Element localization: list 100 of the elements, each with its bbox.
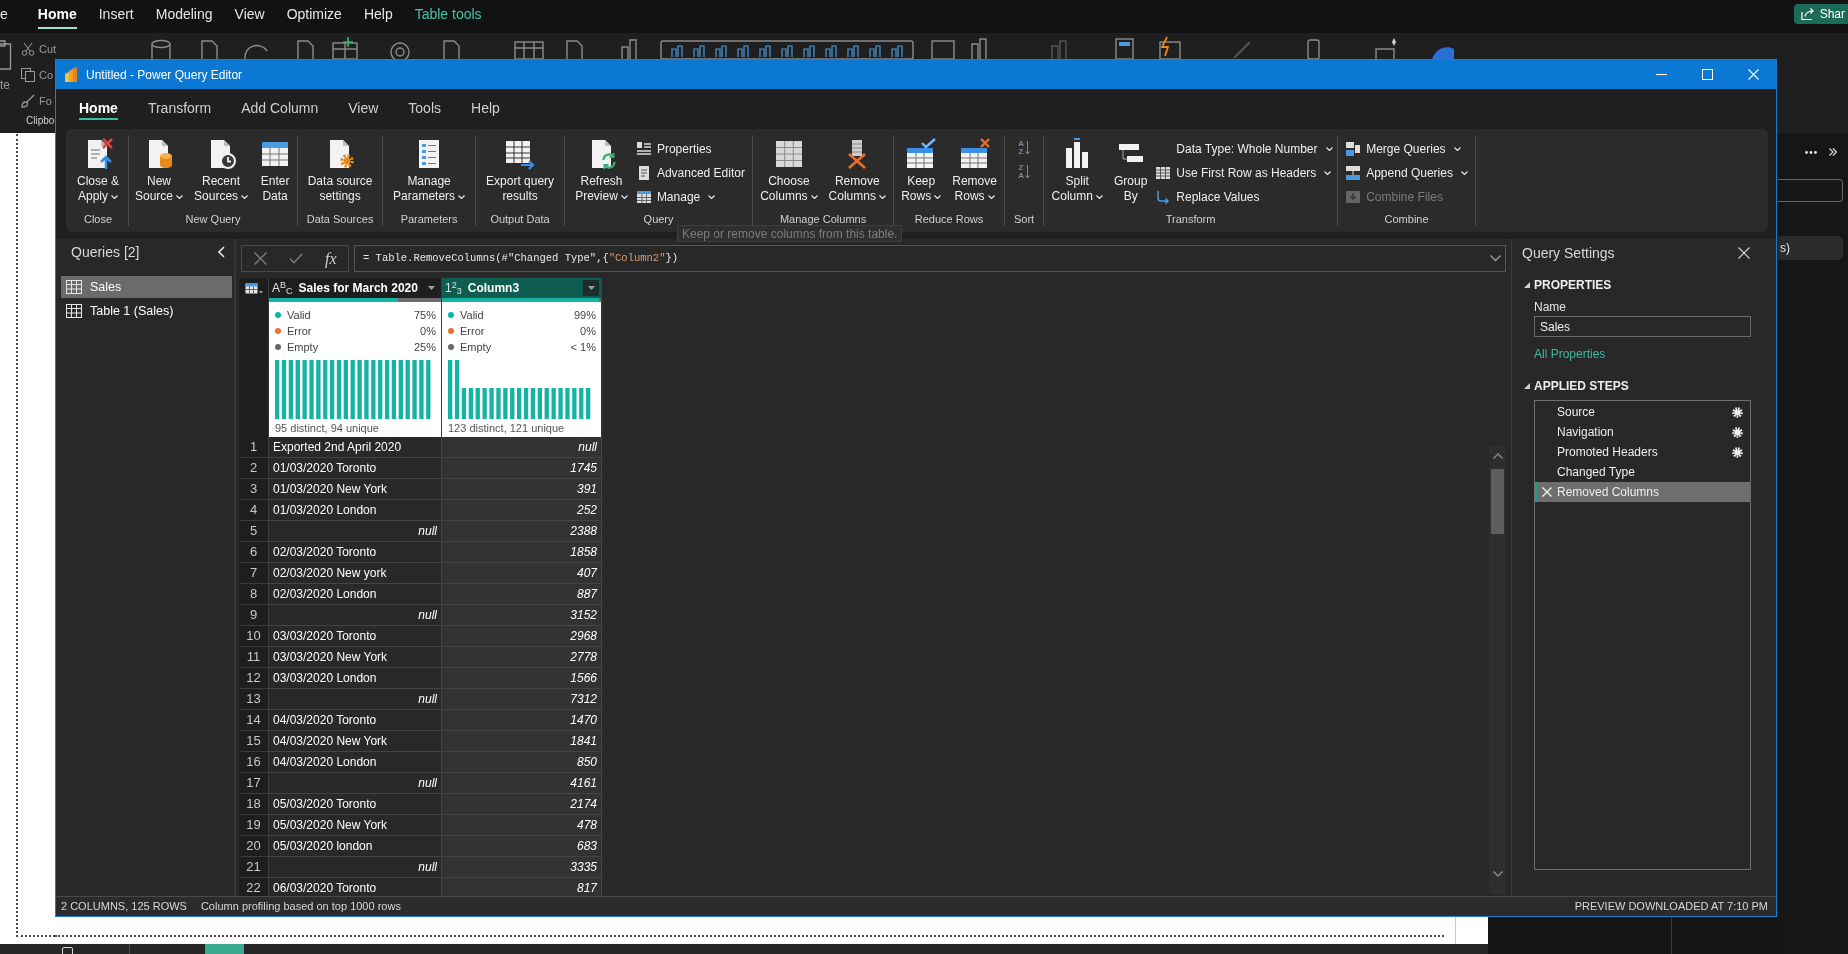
row-number: 1: [239, 437, 269, 458]
maximize-icon: [1701, 69, 1713, 80]
applied-step[interactable]: Changed Type: [1535, 462, 1750, 482]
collapse-button[interactable]: [215, 245, 227, 259]
table-cell: 01/03/2020 New York: [269, 479, 442, 500]
tooltip: Keep or remove columns from this table.: [677, 225, 903, 242]
ribbon-group-label: Sort: [1013, 212, 1035, 226]
column-header[interactable]: 1$^{2}$$_{3}$ Column3: [442, 278, 602, 298]
ribbon-button[interactable]: Choose Columns: [757, 138, 821, 204]
ribbon-tab[interactable]: Tools: [408, 100, 441, 120]
table-cell: 1566: [442, 668, 602, 689]
profile-value: 0%: [580, 323, 596, 339]
table-icon: [66, 304, 82, 318]
menu-tab[interactable]: Modeling: [155, 1, 213, 29]
applied-step[interactable]: Removed Columns: [1535, 482, 1750, 502]
applied-step[interactable]: Navigation: [1535, 422, 1750, 442]
share-button[interactable]: Shar: [1793, 4, 1848, 24]
ribbon-button[interactable]: Remove Columns: [825, 138, 889, 204]
menu-tab[interactable]: Home: [37, 1, 77, 29]
arrow-down-icon: [1024, 141, 1030, 155]
menu-tab[interactable]: e: [0, 1, 8, 29]
commit-button[interactable]: [289, 253, 303, 264]
ribbon-tab[interactable]: Help: [471, 100, 500, 120]
cancel-button[interactable]: [254, 252, 267, 265]
scrollbar-thumb[interactable]: [1491, 469, 1504, 534]
column-header[interactable]: A$^{B}$$_{C}$ Sales for March 2020: [269, 278, 442, 298]
status-text: PREVIEW DOWNLOADED AT 7:10 PM: [1574, 899, 1768, 915]
paintbrush-icon: [21, 94, 35, 108]
column-filter-button[interactable]: [583, 280, 599, 296]
section-header[interactable]: APPLIED STEPS: [1524, 378, 1629, 394]
ribbon-button[interactable]: Refresh Preview: [572, 138, 631, 204]
column-name: Sales for March 2020: [298, 280, 418, 297]
table-cell: null: [269, 605, 442, 626]
ribbon-button[interactable]: Keep Rows: [898, 138, 945, 204]
close-button[interactable]: [1738, 247, 1750, 259]
ribbon-group-label: Close: [83, 212, 113, 226]
insert-function-button[interactable]: fx: [325, 249, 337, 268]
ribbon-button[interactable]: Replace Values: [1155, 187, 1333, 207]
menu-tab[interactable]: View: [234, 1, 265, 29]
menu-tab[interactable]: Help: [363, 1, 393, 29]
ribbon-button[interactable]: Remove Rows: [949, 138, 1000, 204]
menu-tab[interactable]: Table tools: [414, 1, 482, 29]
row-number: 14: [239, 710, 269, 731]
menu-tab[interactable]: Insert: [98, 1, 134, 29]
ribbon-button[interactable]: Close & Apply: [74, 138, 122, 204]
ribbon-tab[interactable]: Transform: [147, 100, 212, 120]
profile-value: 25%: [413, 339, 436, 355]
expand-formula-button[interactable]: [1490, 255, 1501, 262]
query-item[interactable]: Sales: [61, 276, 232, 298]
table-cell: 2388: [442, 521, 602, 542]
caret-icon: [587, 286, 595, 290]
table-cell: 04/03/2020 London: [269, 752, 442, 773]
table-cell: 1858: [442, 542, 602, 563]
table-cell: 4161: [442, 773, 602, 794]
ribbon-button[interactable]: Append Queries: [1345, 163, 1468, 183]
clipboard-icon: [0, 40, 12, 70]
table-x-icon: [958, 138, 991, 170]
close-icon: [1747, 69, 1759, 80]
menu-tab[interactable]: Optimize: [286, 1, 342, 29]
formula-field[interactable]: = Table.RemoveColumns(#"Changed Type",{"Column2"}): [354, 245, 1506, 272]
applied-step[interactable]: Source: [1535, 402, 1750, 422]
ribbon-button[interactable]: Co: [21, 67, 57, 83]
ribbon-button[interactable]: Enter Data: [256, 138, 295, 204]
ribbon-button[interactable]: Advanced Editor: [635, 163, 745, 183]
query-item[interactable]: Table 1 (Sales): [61, 300, 232, 322]
table-cell: Exported 2nd April 2020: [269, 437, 442, 458]
ribbon-button[interactable]: Use First Row as Headers: [1155, 163, 1333, 183]
list-item[interactable]: s): [1778, 236, 1843, 260]
ribbon-button[interactable]: Cut: [21, 41, 57, 57]
table-cell: 02/03/2020 Toronto: [269, 542, 442, 563]
ribbon-label: te: [0, 78, 10, 92]
table-cell: 478: [442, 815, 602, 836]
all-properties-link[interactable]: All Properties: [1534, 345, 1606, 361]
row-number: 22: [239, 878, 269, 896]
ribbon-button[interactable]: Properties: [635, 139, 745, 159]
ribbon-button[interactable]: Manage Parameters: [390, 138, 469, 204]
name-field[interactable]: Sales: [1534, 316, 1751, 337]
section-header[interactable]: PROPERTIES: [1524, 277, 1612, 293]
ribbon-button[interactable]: Data Type: Whole Number: [1155, 139, 1333, 159]
ribbon-button[interactable]: New Source: [132, 138, 187, 204]
ribbon-tab[interactable]: Home: [79, 100, 118, 120]
ribbon-button[interactable]: Export query results: [483, 138, 558, 204]
ribbon-button[interactable]: Recent Sources: [191, 138, 252, 204]
search-field[interactable]: [1778, 179, 1843, 202]
table-options-button[interactable]: [239, 278, 269, 298]
applied-step[interactable]: Promoted Headers: [1535, 442, 1750, 462]
table-cell: 03/03/2020 Toronto: [269, 626, 442, 647]
ribbon-button[interactable]: Group By: [1110, 138, 1151, 204]
ribbon-tab[interactable]: Add Column: [241, 100, 319, 120]
row-number: 13: [239, 689, 269, 710]
ribbon-button[interactable]: Data source settings: [304, 138, 376, 204]
ribbon-tab[interactable]: View: [348, 100, 379, 120]
table-arrow-icon: [504, 138, 537, 170]
ribbon-button[interactable]: Split Column: [1048, 138, 1106, 204]
ribbon-button[interactable]: Manage: [635, 187, 745, 207]
table-cell: 1470: [442, 710, 602, 731]
ribbon-group-label: Combine: [1384, 212, 1429, 226]
ribbon-button[interactable]: Merge Queries: [1345, 139, 1468, 159]
ribbon-button[interactable]: Fo: [21, 93, 57, 109]
ribbon-group-label: New Query: [185, 212, 241, 226]
